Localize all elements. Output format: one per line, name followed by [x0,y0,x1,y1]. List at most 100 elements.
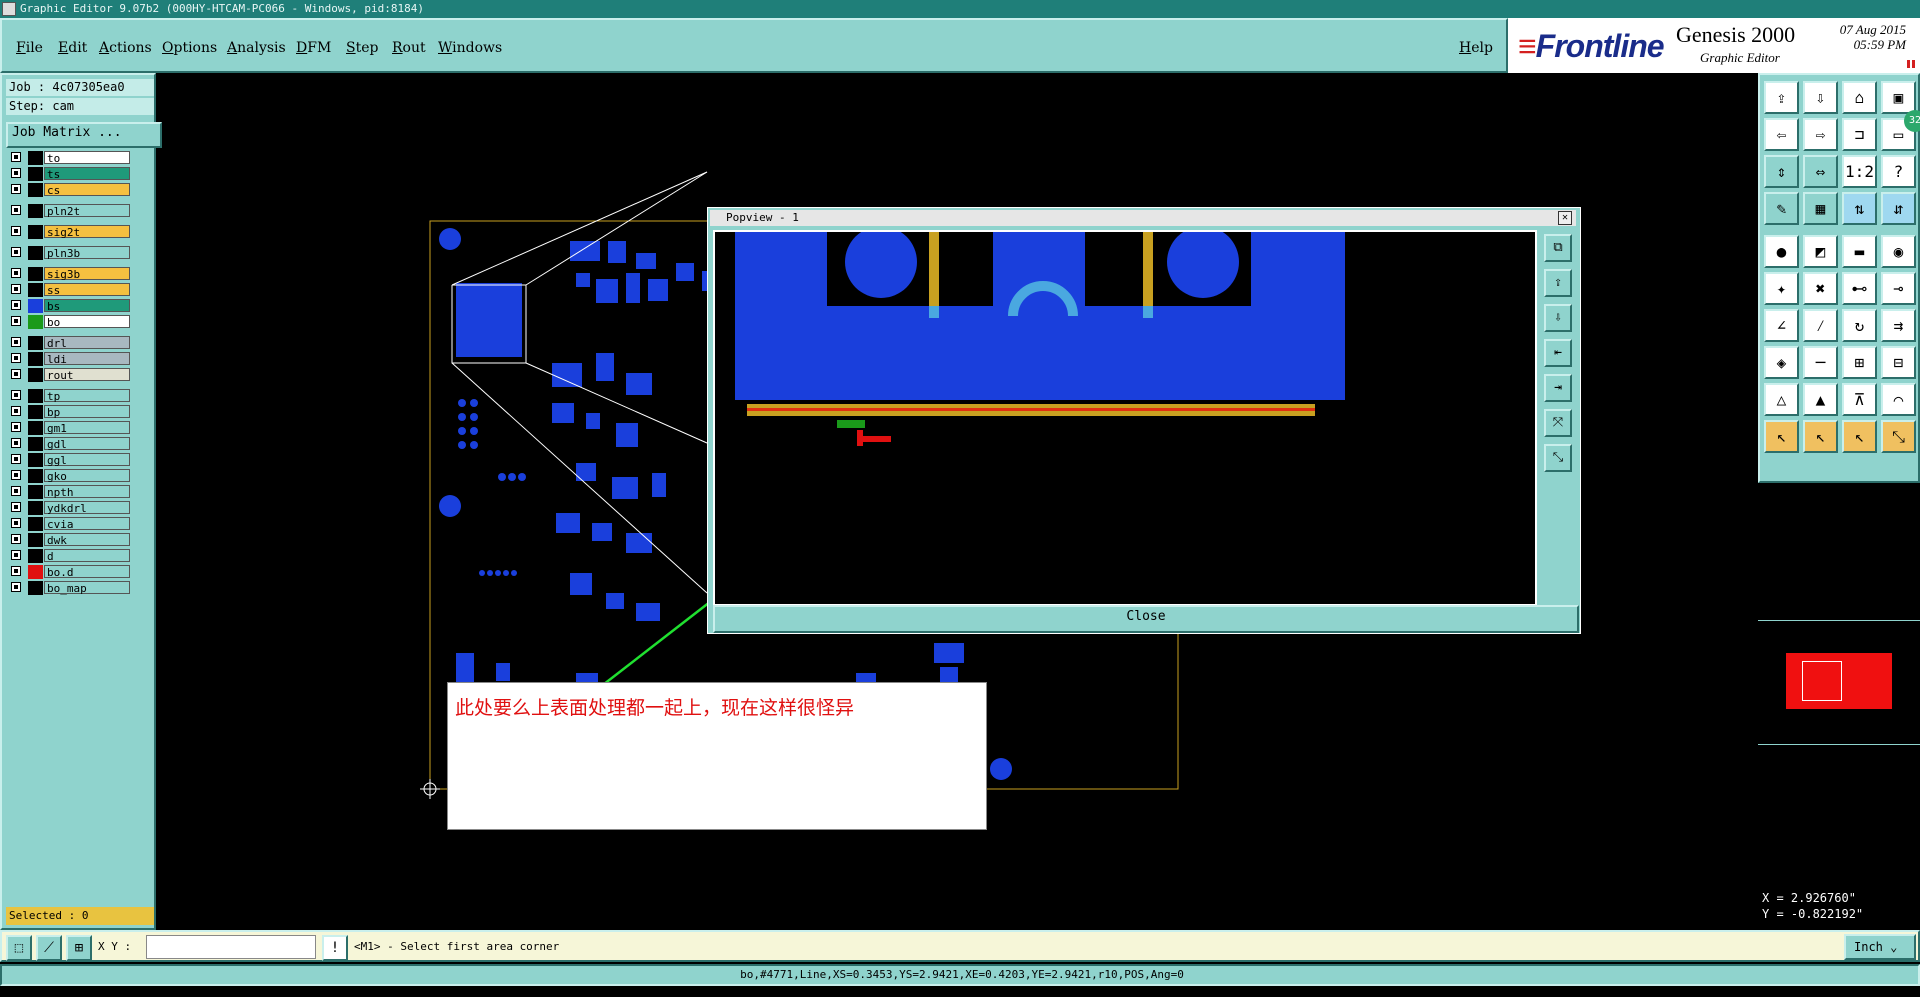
layer-color-swatch[interactable] [28,549,43,563]
layer-name[interactable]: d [44,549,130,563]
layer-row-bs[interactable]: bs [6,299,130,313]
layer-checkbox[interactable] [11,582,21,592]
layer-name[interactable]: bo [44,315,130,329]
layer-color-swatch[interactable] [28,405,43,419]
fill-triangle-icon[interactable]: ▲ [1803,383,1838,416]
menu-dfm[interactable]: DFM [296,40,331,56]
layer-checkbox[interactable] [11,300,21,310]
layer-checkbox[interactable] [11,205,21,215]
layer-row-gko[interactable]: gko [6,469,130,483]
join-icon[interactable]: ⊷ [1842,272,1877,305]
layer-color-swatch[interactable] [28,352,43,366]
layer-row-npth[interactable]: npth [6,485,130,499]
layer-name[interactable]: cvia [44,517,130,531]
menu-windows[interactable]: Windows [438,40,502,56]
menu-options[interactable]: Options [162,40,217,56]
triangle-icon[interactable]: △ [1764,383,1799,416]
menu-file[interactable]: File [16,40,43,56]
layer-checkbox[interactable] [11,422,21,432]
grid-icon[interactable]: ⊞ [66,935,92,961]
layer-name[interactable]: bs [44,299,130,313]
window-icon[interactable]: ▣ [1881,81,1916,114]
layer-color-swatch[interactable] [28,336,43,350]
menu-actions[interactable]: Actions [99,40,152,56]
popview-zoom-in-icon[interactable]: ⇪ [1544,269,1572,297]
popview-close-button[interactable]: Close [713,605,1579,633]
layer-name[interactable]: gm1 [44,421,130,435]
layer-color-swatch[interactable] [28,183,43,197]
layer-checkbox[interactable] [11,268,21,278]
unit-selector[interactable]: Inch ⌄ [1844,934,1916,960]
parallel-icon[interactable]: ⇉ [1881,309,1916,342]
curve-icon[interactable]: ⌒ [1881,383,1916,416]
pointer-2-icon[interactable]: ↖ [1803,420,1838,453]
layer-color-swatch[interactable] [28,167,43,181]
layer-checkbox[interactable] [11,534,21,544]
layer-checkbox[interactable] [11,406,21,416]
delete-icon[interactable]: ✖ [1803,272,1838,305]
popview-canvas[interactable] [713,230,1537,606]
down-arrow-icon[interactable]: ⇩ [1803,81,1838,114]
layer-row-tp[interactable]: tp [6,389,130,403]
layer-checkbox[interactable] [11,226,21,236]
zoom-v-icon[interactable]: ⇕ [1764,155,1799,188]
layer-name[interactable]: bo_map [44,581,130,595]
layer-checkbox[interactable] [11,438,21,448]
arc-tool-icon[interactable]: ⊼ [1842,383,1877,416]
layer-checkbox[interactable] [11,284,21,294]
layer-row-sig2t[interactable]: sig2t [6,225,130,239]
popview-pan-left-icon[interactable]: ⇤ [1544,339,1572,367]
layer-name[interactable]: ss [44,283,130,297]
layer-row-cvia[interactable]: cvia [6,517,130,531]
right-icon[interactable]: ⇨ [1803,118,1838,151]
layer-name[interactable]: ggl [44,453,130,467]
menu-help[interactable]: Help [1459,40,1493,56]
layer-color-swatch[interactable] [28,581,43,595]
layer-color-swatch[interactable] [28,225,43,239]
layer-row-gdl[interactable]: gdl [6,437,130,451]
pad-icon[interactable]: ● [1764,235,1799,268]
layer-checkbox[interactable] [11,184,21,194]
up-arrow-icon[interactable]: ⇪ [1764,81,1799,114]
layer-checkbox[interactable] [11,550,21,560]
layer-color-swatch[interactable] [28,533,43,547]
layer-name[interactable]: rout [44,368,130,382]
layer-row-bo[interactable]: bo [6,315,130,329]
layer-color-swatch[interactable] [28,421,43,435]
xy-input[interactable] [146,935,316,959]
layer-color-swatch[interactable] [28,151,43,165]
layer-color-swatch[interactable] [28,246,43,260]
layer-name[interactable]: pln3b [44,246,130,260]
popview-window[interactable]: Popview - 1 ✕ ⧉ ⇪ ⇩ ⇤ ⇥ ⤧ ⤡ Close [707,207,1581,634]
rotate-icon[interactable]: ↻ [1842,309,1877,342]
layer-checkbox[interactable] [11,316,21,326]
layer-color-swatch[interactable] [28,485,43,499]
layer-name[interactable]: ldi [44,352,130,366]
layer-checkbox[interactable] [11,518,21,528]
pad-select-icon[interactable]: ◩ [1803,235,1838,268]
layer-color-swatch[interactable] [28,469,43,483]
layer-name[interactable]: ts [44,167,130,181]
layer-name[interactable]: sig2t [44,225,130,239]
layer-color-swatch[interactable] [28,283,43,297]
snap-down-icon[interactable]: ⇵ [1881,192,1916,225]
close-icon[interactable]: ✕ [1558,211,1572,225]
resize-icon[interactable]: ⤡ [1881,420,1916,453]
layer-checkbox[interactable] [11,247,21,257]
layer-name[interactable]: gko [44,469,130,483]
layer-row-ydkdrl[interactable]: ydkdrl [6,501,130,515]
menu-step[interactable]: Step [346,40,378,56]
layer-checkbox[interactable] [11,353,21,363]
circle-icon[interactable]: ◉ [1881,235,1916,268]
layer-row-bo-map[interactable]: bo_map [6,581,130,595]
layer-name[interactable]: ydkdrl [44,501,130,515]
layer-row-cs[interactable]: cs [6,183,130,197]
pan-icon[interactable]: ⊐ [1842,118,1877,151]
layer-color-swatch[interactable] [28,501,43,515]
layer-name[interactable]: drl [44,336,130,350]
scale-icon[interactable]: 1:2 [1842,155,1877,188]
snap-up-icon[interactable]: ⇅ [1842,192,1877,225]
layer-checkbox[interactable] [11,390,21,400]
layer-checkbox[interactable] [11,486,21,496]
edit-icon[interactable]: ✎ [1764,192,1799,225]
